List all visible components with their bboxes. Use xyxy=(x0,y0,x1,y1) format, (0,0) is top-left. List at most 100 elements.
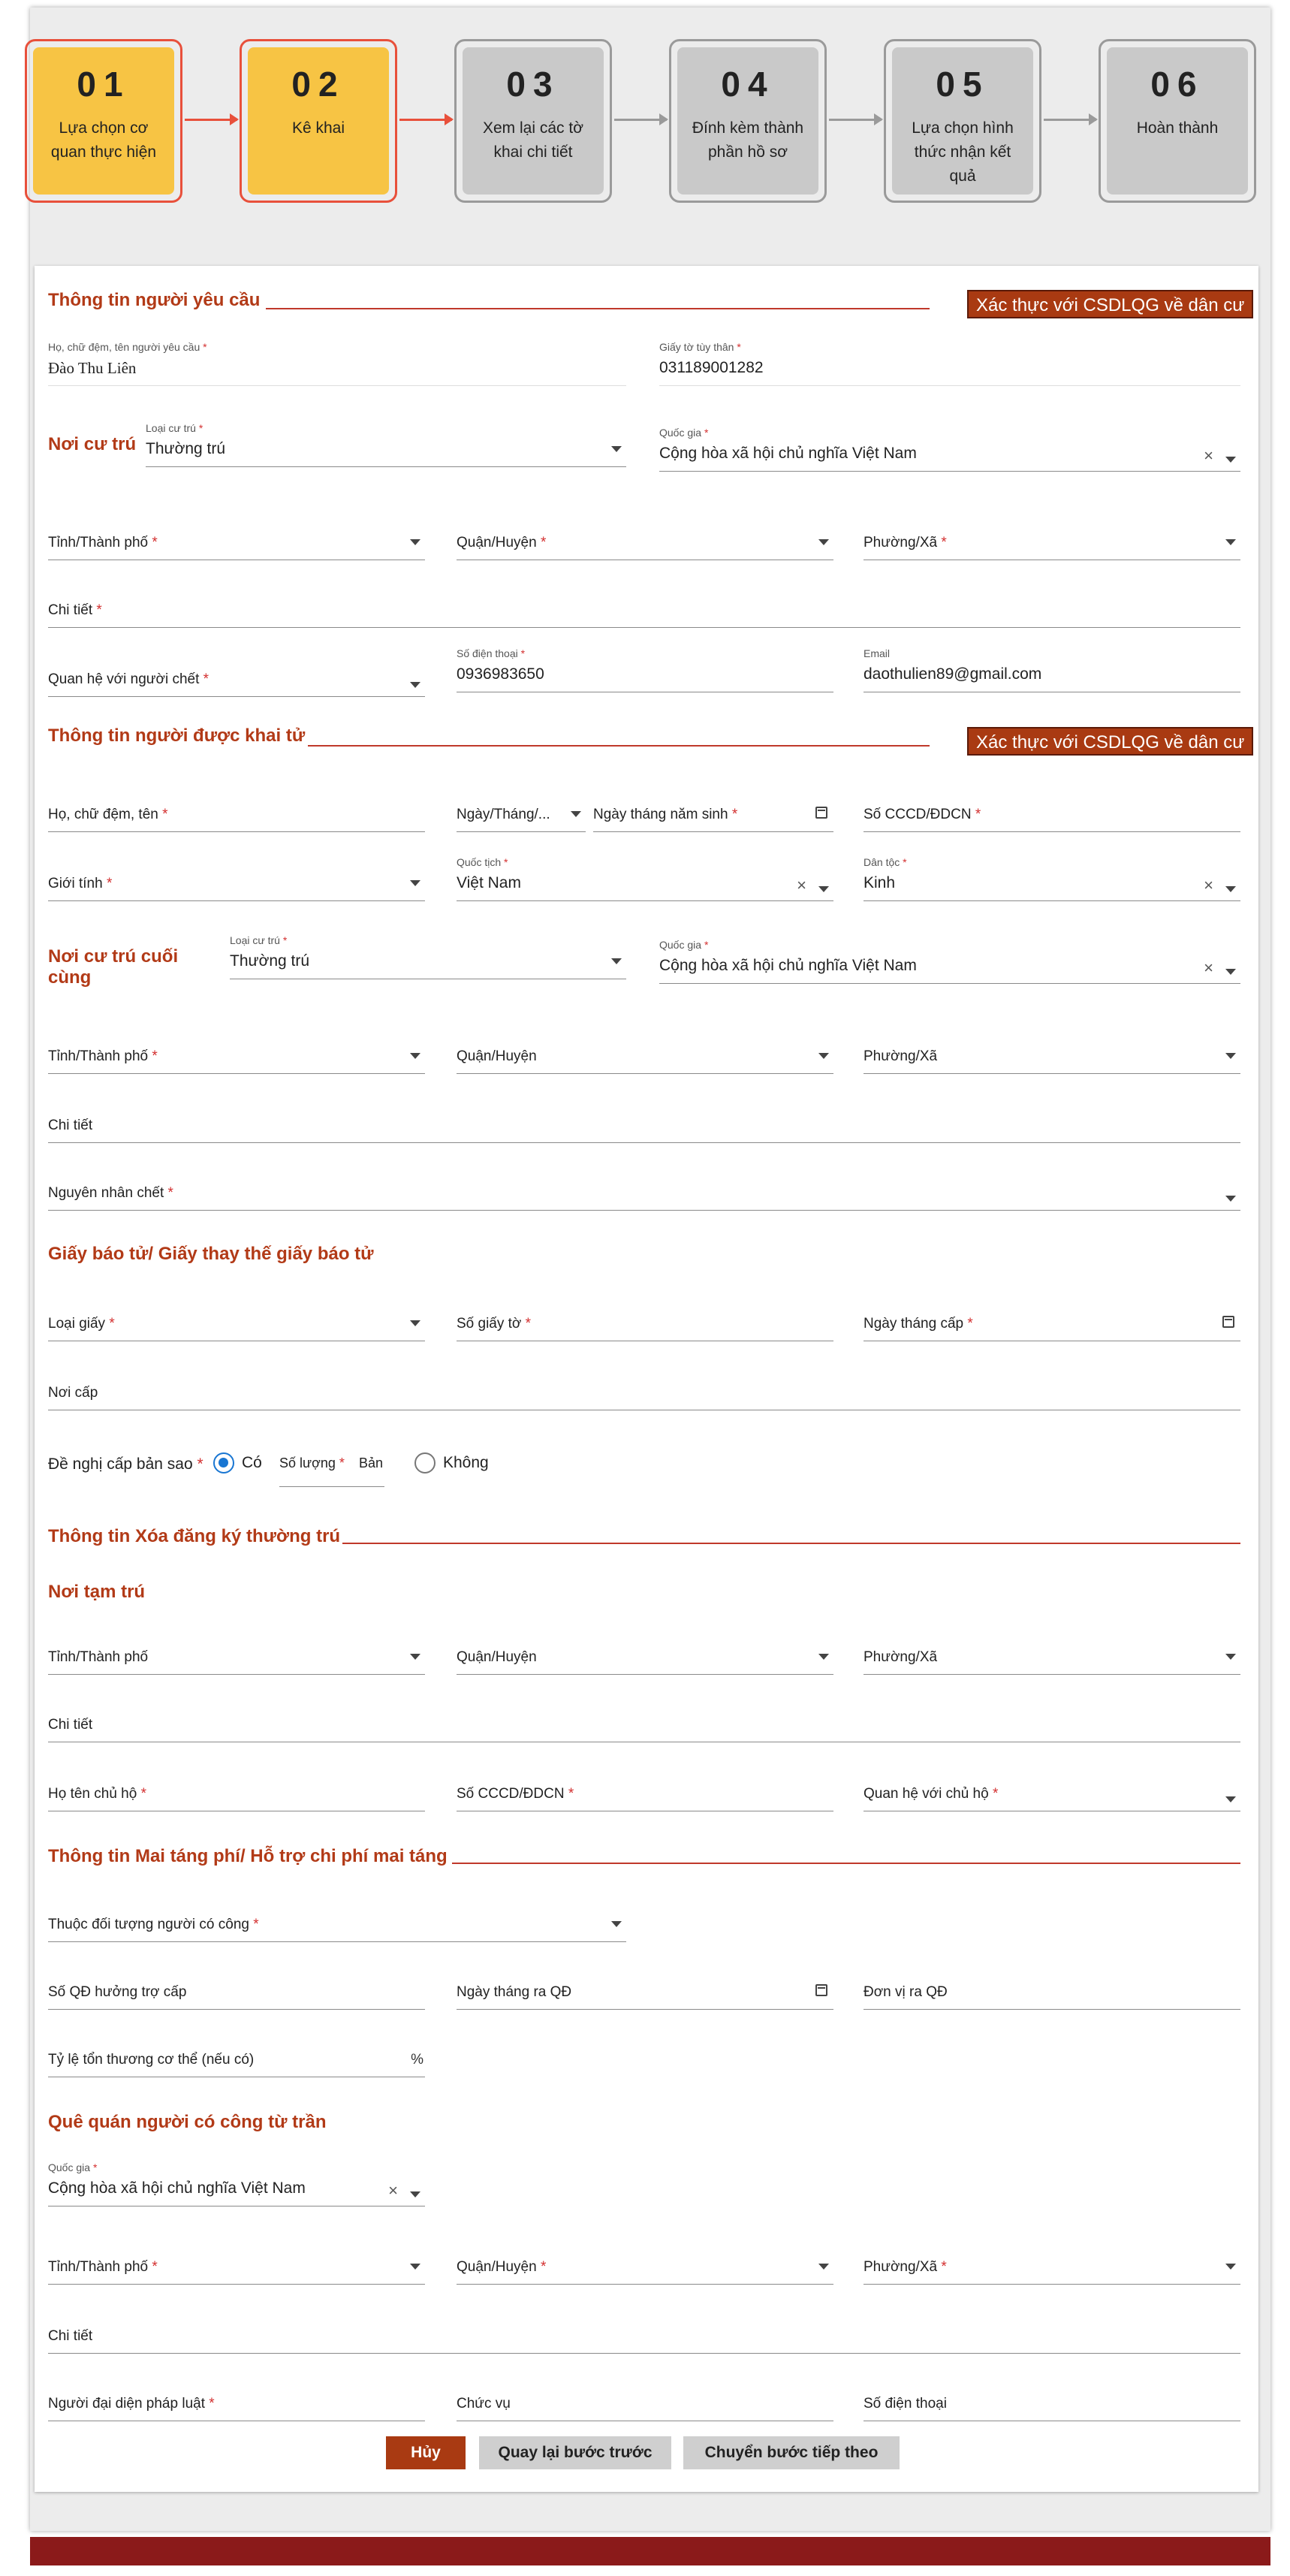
verify-citizen-button-2[interactable]: Xác thực với CSDLQG về dân cư xyxy=(967,727,1254,756)
chevron-down-icon[interactable] xyxy=(571,811,581,817)
temp-ward-select[interactable]: Phường/Xã xyxy=(864,1624,1240,1675)
step-4[interactable]: 04 Đính kèm thành phần hồ sơ xyxy=(669,39,827,203)
clear-icon[interactable]: × xyxy=(797,876,806,895)
chevron-down-icon[interactable] xyxy=(410,1654,420,1660)
decision-unit-input[interactable]: Đơn vị ra QĐ xyxy=(864,1959,1240,2010)
gender-select[interactable]: Giới tính * xyxy=(48,850,425,901)
copy-quantity-input[interactable]: Số lượng * Bản xyxy=(279,1437,384,1487)
chevron-down-icon[interactable] xyxy=(818,1654,829,1660)
chevron-down-icon[interactable] xyxy=(1225,969,1236,975)
chevron-down-icon[interactable] xyxy=(410,1053,420,1059)
last-country-select[interactable]: Quốc gia * Cộng hòa xã hội chủ nghĩa Việ… xyxy=(659,933,1240,984)
back-button[interactable]: Quay lại bước trước xyxy=(479,2436,671,2469)
chevron-down-icon[interactable] xyxy=(611,446,622,452)
chevron-down-icon[interactable] xyxy=(1225,539,1236,545)
household-head-name-input[interactable]: Họ tên chủ hộ * xyxy=(48,1760,425,1811)
step-3[interactable]: 03 Xem lại các tờ khai chi tiết xyxy=(454,39,612,203)
step-5[interactable]: 05 Lựa chọn hình thức nhận kết quả xyxy=(884,39,1041,203)
ethnic-select[interactable]: Dân tộc * Kinh × xyxy=(864,850,1240,901)
temp-district-select[interactable]: Quận/Huyện xyxy=(457,1624,833,1675)
temp-province-select[interactable]: Tỉnh/Thành phố xyxy=(48,1624,425,1675)
decision-number-input[interactable]: Số QĐ hưởng trợ cấp xyxy=(48,1959,425,2010)
last-address-detail-input[interactable]: Chi tiết xyxy=(48,1092,1240,1143)
clear-icon[interactable]: × xyxy=(1204,876,1213,895)
chevron-down-icon[interactable] xyxy=(1225,1196,1236,1202)
field-label: Quan hệ với người chết xyxy=(48,671,200,687)
phone-input[interactable]: Số điện thoại * 0936983650 xyxy=(457,641,833,692)
last-district-select[interactable]: Quận/Huyện xyxy=(457,1023,833,1074)
injury-rate-input[interactable]: Tỷ lệ tổn thương cơ thể (nếu có) % xyxy=(48,2026,425,2077)
clear-icon[interactable]: × xyxy=(388,2181,398,2200)
step-number: 04 xyxy=(721,65,775,104)
cause-of-death-select[interactable]: Nguyên nhân chết * xyxy=(48,1160,1240,1211)
email-input[interactable]: Email daothulien89@gmail.com xyxy=(864,641,1240,692)
address-detail-input[interactable]: Chi tiết * xyxy=(48,577,1240,628)
chevron-down-icon[interactable] xyxy=(1225,2264,1236,2270)
chevron-down-icon[interactable] xyxy=(818,886,829,892)
last-residence-type-select[interactable]: Loại cư trú * Thường trú xyxy=(230,928,626,979)
district-select[interactable]: Quận/Huyện * xyxy=(457,509,833,560)
nationality-select[interactable]: Quốc tịch * Việt Nam × xyxy=(457,850,833,901)
last-province-select[interactable]: Tỉnh/Thành phố * xyxy=(48,1023,425,1074)
last-ward-select[interactable]: Phường/Xã xyxy=(864,1023,1240,1074)
merit-person-select[interactable]: Thuộc đối tượng người có công * xyxy=(48,1891,626,1942)
issue-place-input[interactable]: Nơi cấp xyxy=(48,1359,1240,1410)
chevron-down-icon[interactable] xyxy=(818,539,829,545)
hometown-province-select[interactable]: Tỉnh/Thành phố * xyxy=(48,2234,425,2285)
chevron-down-icon[interactable] xyxy=(1225,1053,1236,1059)
calendar-icon[interactable] xyxy=(1222,1316,1234,1328)
province-select[interactable]: Tỉnh/Thành phố * xyxy=(48,509,425,560)
chevron-down-icon[interactable] xyxy=(410,2264,420,2270)
deceased-id-input[interactable]: Số CCCD/ĐDCN * xyxy=(864,781,1240,832)
deceased-name-input[interactable]: Họ, chữ đệm, tên * xyxy=(48,781,425,832)
document-number-input[interactable]: Số giấy tờ * xyxy=(457,1290,833,1341)
chevron-down-icon[interactable] xyxy=(410,2191,420,2197)
chevron-down-icon[interactable] xyxy=(611,958,622,964)
decision-date-input[interactable]: Ngày tháng ra QĐ xyxy=(457,1959,833,2010)
residence-type-select[interactable]: Loại cư trú * Thường trú xyxy=(146,416,626,467)
household-head-id-input[interactable]: Số CCCD/ĐDCN * xyxy=(457,1760,833,1811)
hometown-country-select[interactable]: Quốc gia * Cộng hòa xã hội chủ nghĩa Việ… xyxy=(48,2155,425,2206)
date-format-select[interactable]: Ngày/Tháng/... xyxy=(457,781,586,832)
hometown-ward-select[interactable]: Phường/Xã * xyxy=(864,2234,1240,2285)
relation-select[interactable]: Quan hệ với người chết * xyxy=(48,646,425,697)
clear-icon[interactable]: × xyxy=(1204,958,1213,978)
chevron-down-icon[interactable] xyxy=(1225,457,1236,463)
calendar-icon[interactable] xyxy=(815,807,827,819)
temp-address-detail-input[interactable]: Chi tiết xyxy=(48,1691,1240,1742)
copy-request-label: Đề nghị cấp bản sao * xyxy=(48,1455,203,1473)
household-relation-select[interactable]: Quan hệ với chủ hộ * xyxy=(864,1760,1240,1811)
calendar-icon[interactable] xyxy=(815,1984,827,1996)
hometown-district-select[interactable]: Quận/Huyện * xyxy=(457,2234,833,2285)
rep-phone-input[interactable]: Số điện thoại xyxy=(864,2370,1240,2421)
chevron-down-icon[interactable] xyxy=(410,539,420,545)
requester-name-field[interactable]: Họ, chữ đệm, tên người yêu cầu * Đào Thu… xyxy=(48,335,626,386)
next-button[interactable]: Chuyển bước tiếp theo xyxy=(683,2436,900,2469)
requester-id-field[interactable]: Giấy tờ tùy thân * 031189001282 xyxy=(659,335,1240,386)
chevron-down-icon[interactable] xyxy=(410,1320,420,1326)
chevron-down-icon[interactable] xyxy=(818,2264,829,2270)
country-select[interactable]: Quốc gia * Cộng hòa xã hội chủ nghĩa Việ… xyxy=(659,421,1240,472)
step-6[interactable]: 06 Hoàn thành xyxy=(1099,39,1256,203)
chevron-down-icon[interactable] xyxy=(1225,1654,1236,1660)
chevron-down-icon[interactable] xyxy=(818,1053,829,1059)
chevron-down-icon[interactable] xyxy=(410,682,420,688)
verify-citizen-button-1[interactable]: Xác thực với CSDLQG về dân cư xyxy=(967,290,1254,318)
copy-yes-radio[interactable] xyxy=(213,1452,234,1474)
copy-no-radio[interactable] xyxy=(414,1452,436,1474)
cancel-button[interactable]: Hủy xyxy=(386,2436,466,2469)
chevron-down-icon[interactable] xyxy=(1225,1796,1236,1802)
issue-date-input[interactable]: Ngày tháng cấp * xyxy=(864,1290,1240,1341)
legal-rep-input[interactable]: Người đại diện pháp luật * xyxy=(48,2370,425,2421)
position-input[interactable]: Chức vụ xyxy=(457,2370,833,2421)
step-2[interactable]: 02 Kê khai xyxy=(240,39,397,203)
dob-input[interactable]: Ngày tháng năm sinh * xyxy=(593,781,833,832)
step-1[interactable]: 01 Lựa chọn cơ quan thực hiện xyxy=(25,39,182,203)
document-type-select[interactable]: Loại giấy * xyxy=(48,1290,425,1341)
chevron-down-icon[interactable] xyxy=(410,880,420,886)
chevron-down-icon[interactable] xyxy=(611,1921,622,1927)
clear-icon[interactable]: × xyxy=(1204,446,1213,466)
hometown-detail-input[interactable]: Chi tiết xyxy=(48,2303,1240,2354)
ward-select[interactable]: Phường/Xã * xyxy=(864,509,1240,560)
chevron-down-icon[interactable] xyxy=(1225,886,1236,892)
